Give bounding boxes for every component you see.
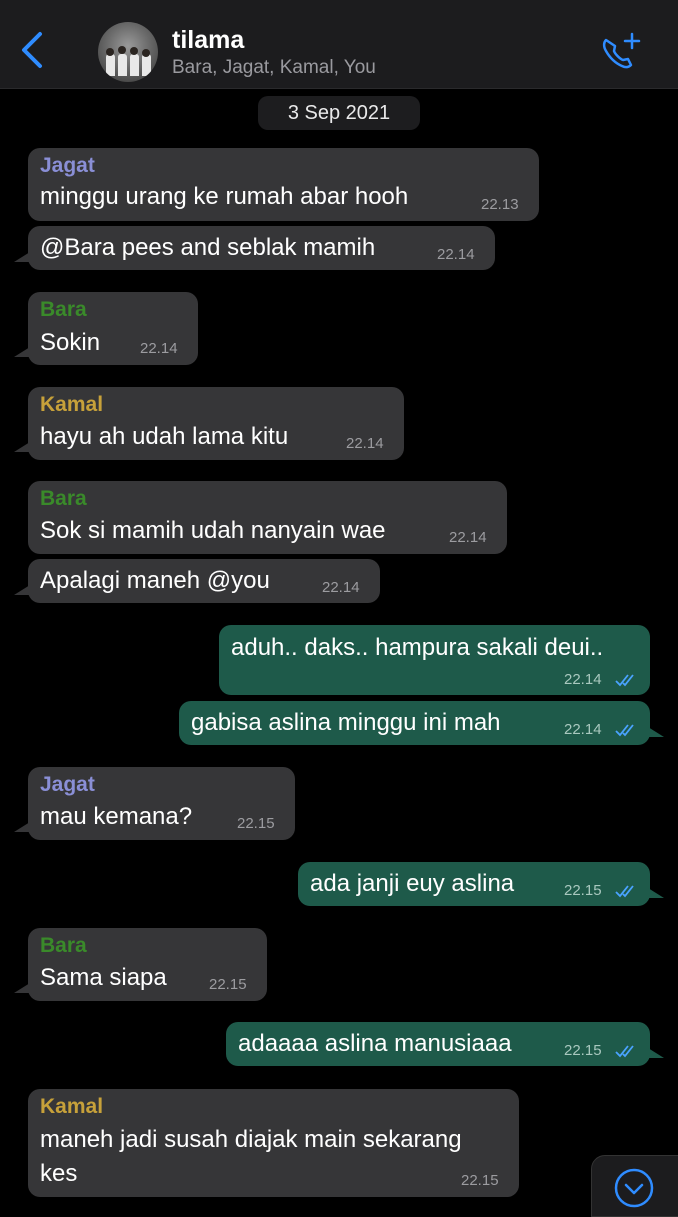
message-bubble-incoming[interactable]: Kamal hayu ah udah lama kitu 22.14: [28, 387, 404, 460]
read-receipt-icon: [615, 724, 634, 737]
message-bubble-incoming[interactable]: Apalagi maneh @you 22.14: [28, 559, 380, 603]
bubble-tail: [14, 822, 30, 832]
bubble-tail: [14, 347, 30, 357]
bubble-tail: [648, 888, 664, 898]
group-title[interactable]: tilama: [172, 26, 244, 55]
message-time: 22.14: [449, 529, 487, 546]
message-bubble-incoming[interactable]: Bara Sok si mamih udah nanyain wae 22.14: [28, 481, 507, 554]
bubble-tail: [648, 1048, 664, 1058]
message-bubble-outgoing[interactable]: aduh.. daks.. hampura sakali deui.. 22.1…: [219, 625, 650, 695]
sender-name: Bara: [40, 298, 87, 321]
message-text: adaaaa aslina manusiaaa: [238, 1030, 512, 1057]
group-avatar[interactable]: [98, 22, 158, 82]
message-time: 22.15: [209, 976, 247, 993]
message-time: 22.15: [461, 1172, 499, 1189]
group-members: Bara, Jagat, Kamal, You: [172, 57, 376, 78]
bubble-tail: [14, 442, 30, 452]
message-text-line-2: kes: [40, 1160, 78, 1187]
message-text: Apalagi maneh @you: [40, 567, 270, 594]
bubble-tail: [14, 585, 30, 595]
message-text: ada janji euy aslina: [310, 870, 515, 897]
message-text: @Bara pees and seblak mamih: [40, 234, 376, 261]
add-call-icon[interactable]: [598, 32, 642, 72]
read-receipt-icon: [615, 885, 634, 898]
message-time: 22.15: [564, 1042, 602, 1059]
message-bubble-outgoing[interactable]: ada janji euy aslina 22.15: [298, 862, 650, 906]
message-text: Sok si mamih udah nanyain wae: [40, 517, 386, 544]
sender-name: Jagat: [40, 154, 95, 177]
message-bubble-incoming[interactable]: Bara Sokin 22.14: [28, 292, 198, 365]
message-bubble-incoming[interactable]: Bara Sama siapa 22.15: [28, 928, 267, 1001]
message-bubble-incoming[interactable]: Jagat minggu urang ke rumah abar hooh 22…: [28, 148, 539, 221]
message-text: hayu ah udah lama kitu: [40, 423, 289, 450]
message-text: gabisa aslina minggu ini mah: [191, 709, 501, 736]
message-time: 22.15: [237, 815, 275, 832]
sender-name: Kamal: [40, 1095, 104, 1118]
chevron-down-circle-icon: [614, 1168, 654, 1208]
bubble-tail: [14, 252, 30, 262]
message-text: minggu urang ke rumah abar hooh: [40, 183, 409, 210]
read-receipt-icon: [615, 674, 634, 687]
sender-name: Bara: [40, 934, 87, 957]
message-time: 22.15: [564, 882, 602, 899]
date-separator: 3 Sep 2021: [258, 96, 420, 130]
chat-header: tilama Bara, Jagat, Kamal, You: [0, 0, 678, 89]
message-bubble-outgoing[interactable]: gabisa aslina minggu ini mah 22.14: [179, 701, 650, 745]
message-text: mau kemana?: [40, 803, 193, 830]
message-text: Sokin: [40, 329, 101, 356]
scroll-to-bottom-button[interactable]: [591, 1155, 678, 1217]
message-time: 22.14: [140, 340, 178, 357]
message-time: 22.14: [564, 721, 602, 738]
back-chevron-icon[interactable]: [18, 30, 46, 70]
read-receipt-icon: [615, 1045, 634, 1058]
message-text: Sama siapa: [40, 964, 167, 991]
message-bubble-incoming[interactable]: @Bara pees and seblak mamih 22.14: [28, 226, 495, 270]
message-time: 22.14: [322, 579, 360, 596]
sender-name: Kamal: [40, 393, 104, 416]
message-bubble-incoming[interactable]: Jagat mau kemana? 22.15: [28, 767, 295, 840]
sender-name: Bara: [40, 487, 87, 510]
message-text-line-1: maneh jadi susah diajak main sekarang: [40, 1126, 462, 1153]
message-text: aduh.. daks.. hampura sakali deui..: [231, 634, 604, 661]
bubble-tail: [14, 983, 30, 993]
message-time: 22.14: [346, 435, 384, 452]
message-time: 22.13: [481, 196, 519, 213]
message-bubble-incoming[interactable]: Kamal maneh jadi susah diajak main sekar…: [28, 1089, 519, 1197]
message-time: 22.14: [437, 246, 475, 263]
message-time: 22.14: [564, 671, 602, 688]
sender-name: Jagat: [40, 773, 95, 796]
bubble-tail: [648, 727, 664, 737]
message-bubble-outgoing[interactable]: adaaaa aslina manusiaaa 22.15: [226, 1022, 650, 1066]
